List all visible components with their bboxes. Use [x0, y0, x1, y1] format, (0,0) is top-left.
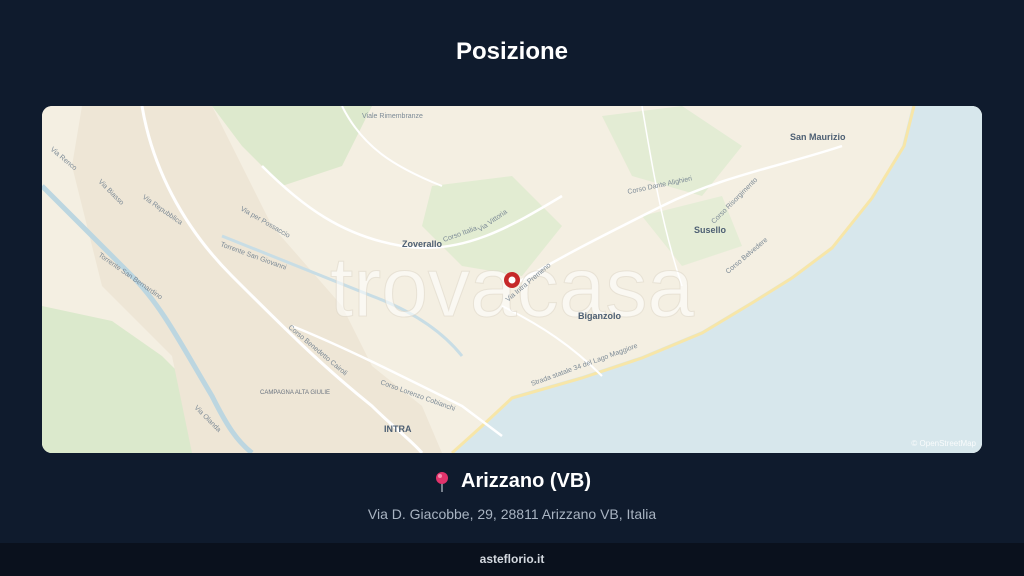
pin-icon	[433, 471, 451, 493]
location-title: Arizzano (VB)	[461, 470, 591, 492]
footer-brand[interactable]: asteflorio.it	[480, 552, 545, 566]
location-heading: Arizzano (VB)	[433, 470, 591, 493]
page-title: Posizione	[455, 38, 569, 65]
location-marker-icon[interactable]	[504, 272, 520, 288]
map[interactable]: trovacasa San Maurizio Susello Zoverallo…	[42, 106, 982, 453]
place-label-susello: Susello	[694, 225, 727, 235]
map-attribution[interactable]: © OpenStreetMap	[911, 439, 976, 448]
location-info: Arizzano (VB) Via D. Giacobbe, 29, 28811…	[0, 470, 1024, 522]
map-canvas[interactable]: trovacasa San Maurizio Susello Zoverallo…	[42, 106, 982, 453]
place-label-san-maurizio: San Maurizio	[790, 132, 846, 142]
road-label: Viale Rimembranze	[362, 113, 423, 120]
place-label-zoverallo: Zoverallo	[402, 239, 443, 249]
footer: asteflorio.it	[0, 543, 1024, 576]
place-label-intra: INTRA	[384, 424, 412, 434]
location-address: Via D. Giacobbe, 29, 28811 Arizzano VB, …	[367, 505, 657, 522]
district-label: CAMPAGNA ALTA GIULIE	[260, 390, 330, 396]
place-label-biganzolo: Biganzolo	[578, 311, 621, 321]
